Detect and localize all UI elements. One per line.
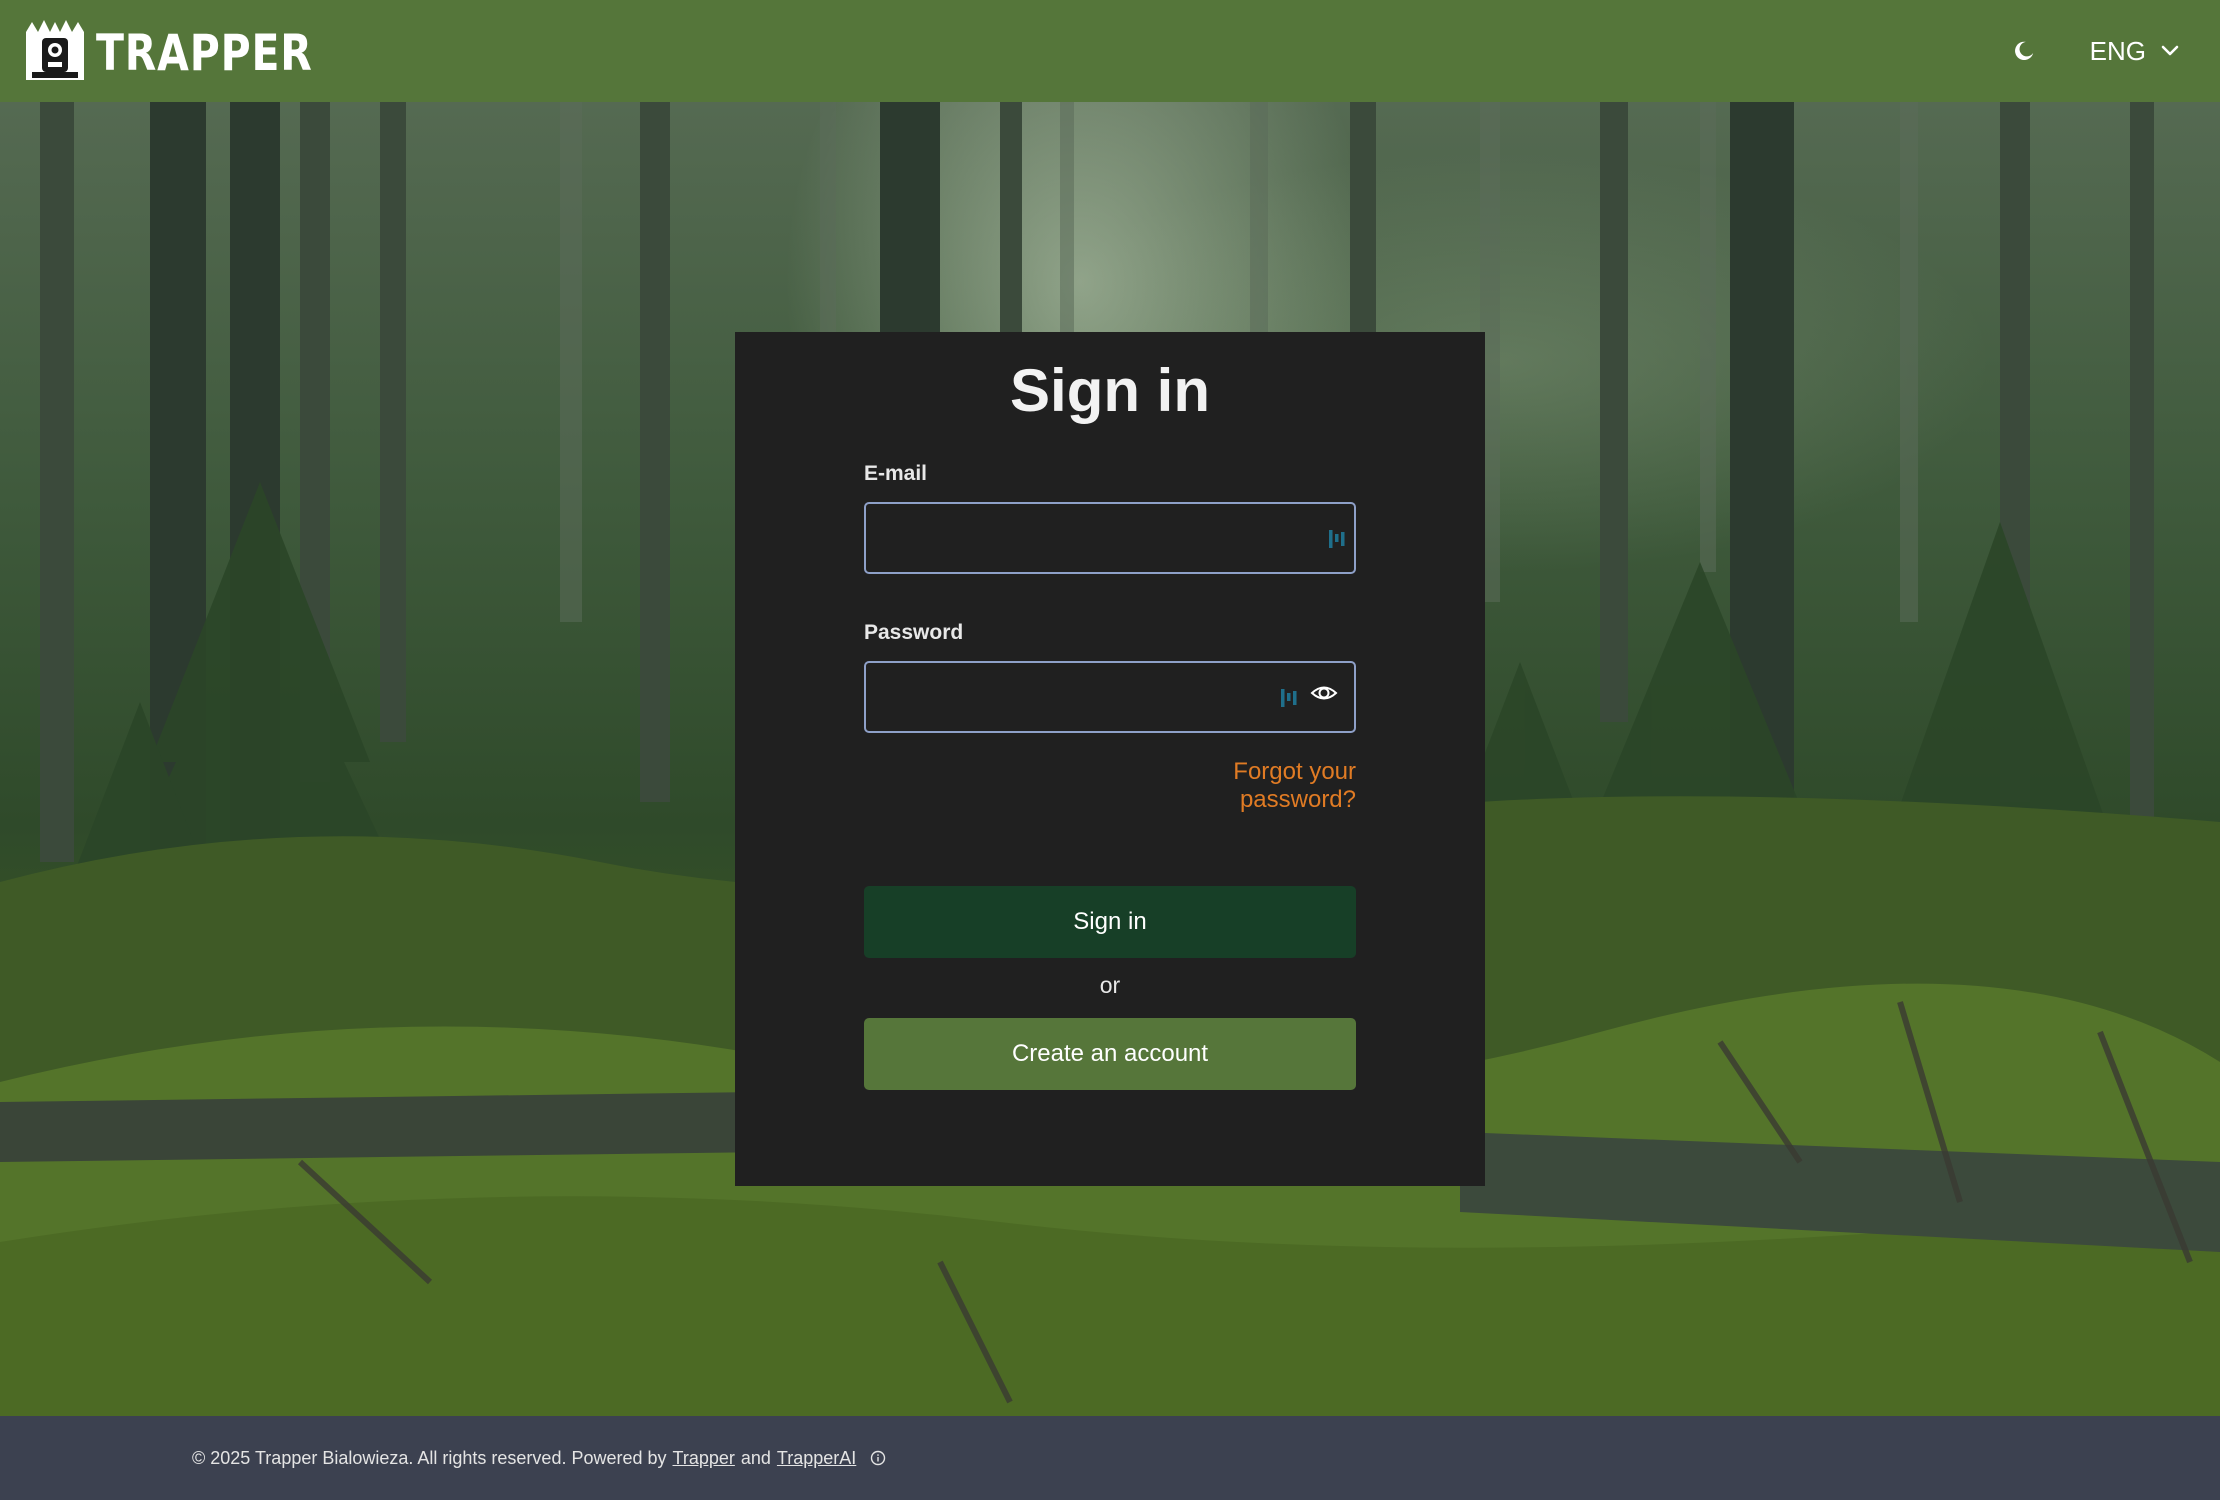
eye-icon[interactable] — [1310, 679, 1338, 707]
sign-in-button[interactable]: Sign in — [864, 886, 1356, 958]
trapper-logo-icon — [26, 20, 84, 80]
forgot-password-link[interactable]: Forgot your password? — [1116, 758, 1356, 814]
password-field-wrapper — [864, 661, 1356, 733]
moon-icon — [2014, 41, 2033, 61]
or-divider-text: or — [1099, 972, 1121, 998]
email-field-wrapper — [864, 502, 1356, 574]
password-manager-icon[interactable] — [1328, 528, 1346, 550]
create-account-button[interactable]: Create an account — [864, 1018, 1356, 1090]
theme-toggle-button[interactable] — [2010, 37, 2038, 65]
password-label: Password — [864, 621, 964, 644]
email-label: E-mail — [864, 462, 928, 485]
footer-link-trapper[interactable]: Trapper — [673, 1448, 735, 1469]
header-actions: ENG — [2010, 36, 2196, 67]
email-field[interactable] — [866, 504, 1354, 572]
page-title: Sign in — [1010, 357, 1210, 424]
footer-copyright: © 2025 Trapper Bialowieza. All rights re… — [192, 1447, 667, 1468]
password-manager-icon[interactable] — [1280, 687, 1298, 709]
brand-name: TRAPPER — [96, 24, 313, 82]
footer: © 2025 Trapper Bialowieza. All rights re… — [0, 1416, 2220, 1500]
top-navbar: TRAPPER ENG — [0, 0, 2220, 102]
language-label: ENG — [2089, 35, 2146, 66]
footer-and-text: and — [740, 1447, 771, 1468]
brand-logo[interactable]: TRAPPER — [24, 0, 360, 102]
chevron-down-icon — [2161, 45, 2179, 56]
footer-link-trapperai[interactable]: TrapperAI — [777, 1448, 856, 1469]
language-selector[interactable]: ENG — [2090, 36, 2180, 67]
info-icon[interactable] — [870, 1450, 886, 1466]
